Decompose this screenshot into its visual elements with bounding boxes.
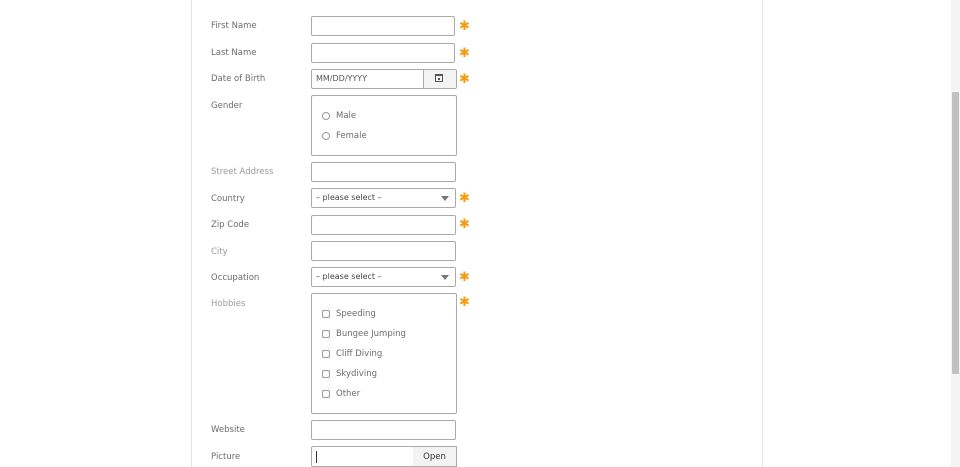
page-scrollbar[interactable]: [951, 0, 960, 467]
date-picker-button[interactable]: [423, 70, 456, 88]
hobbies-group: Speeding Bungee Jumping Cliff Diving Sky…: [311, 293, 457, 414]
zip-required-icon: ✱: [459, 217, 470, 232]
country-selected-value: – please select –: [316, 193, 382, 202]
gender-option-female[interactable]: Female: [322, 130, 367, 142]
first-name-input[interactable]: [311, 16, 455, 36]
city-input[interactable]: [311, 241, 456, 261]
last-name-required-icon: ✱: [459, 46, 470, 61]
street-address-label: Street Address: [211, 167, 274, 177]
first-name-label: First Name: [211, 21, 257, 31]
country-label: Country: [211, 194, 245, 204]
picture-label: Picture: [211, 452, 241, 462]
radio-icon[interactable]: [322, 131, 330, 140]
form-panel: [191, 0, 763, 467]
website-input[interactable]: [311, 420, 456, 440]
radio-icon[interactable]: [322, 111, 330, 120]
first-name-required-icon: ✱: [459, 19, 470, 34]
country-required-icon: ✱: [459, 191, 470, 206]
dob-placeholder: MM/DD/YYYY: [316, 74, 368, 83]
text-caret: [316, 451, 317, 463]
hobby-option[interactable]: Other: [322, 388, 360, 400]
dob-label: Date of Birth: [211, 74, 266, 84]
hobby-option[interactable]: Skydiving: [322, 368, 377, 380]
checkbox-icon[interactable]: [322, 389, 330, 398]
zip-code-label: Zip Code: [211, 220, 250, 230]
checkbox-icon[interactable]: [322, 329, 330, 338]
occupation-select[interactable]: – please select –: [311, 267, 456, 287]
zip-code-input[interactable]: [311, 215, 456, 235]
city-label: City: [211, 247, 228, 257]
chevron-down-icon: [441, 196, 449, 201]
street-address-input[interactable]: [311, 162, 456, 182]
website-label: Website: [211, 425, 245, 435]
hobbies-label: Hobbies: [211, 299, 246, 309]
country-select[interactable]: – please select –: [311, 188, 456, 208]
last-name-label: Last Name: [211, 48, 257, 58]
gender-option-male[interactable]: Male: [322, 110, 356, 122]
dob-input[interactable]: MM/DD/YYYY: [311, 69, 457, 89]
hobby-option[interactable]: Cliff Diving: [322, 348, 382, 360]
gender-label: Gender: [211, 101, 243, 111]
hobby-option[interactable]: Speeding: [322, 308, 376, 320]
open-button[interactable]: Open: [413, 446, 457, 467]
calendar-icon: [435, 74, 443, 82]
dob-required-icon: ✱: [459, 72, 470, 87]
occupation-required-icon: ✱: [459, 270, 470, 285]
gender-group: Male Female: [311, 95, 457, 156]
last-name-input[interactable]: [311, 43, 455, 63]
chevron-down-icon: [441, 275, 449, 280]
hobbies-required-icon: ✱: [459, 295, 470, 310]
hobby-option[interactable]: Bungee Jumping: [322, 328, 406, 340]
picture-input[interactable]: [311, 446, 414, 467]
checkbox-icon[interactable]: [322, 369, 330, 378]
checkbox-icon[interactable]: [322, 309, 330, 318]
occupation-selected-value: – please select –: [316, 272, 382, 281]
occupation-label: Occupation: [211, 273, 260, 283]
checkbox-icon[interactable]: [322, 349, 330, 358]
scrollbar-thumb[interactable]: [952, 92, 959, 374]
